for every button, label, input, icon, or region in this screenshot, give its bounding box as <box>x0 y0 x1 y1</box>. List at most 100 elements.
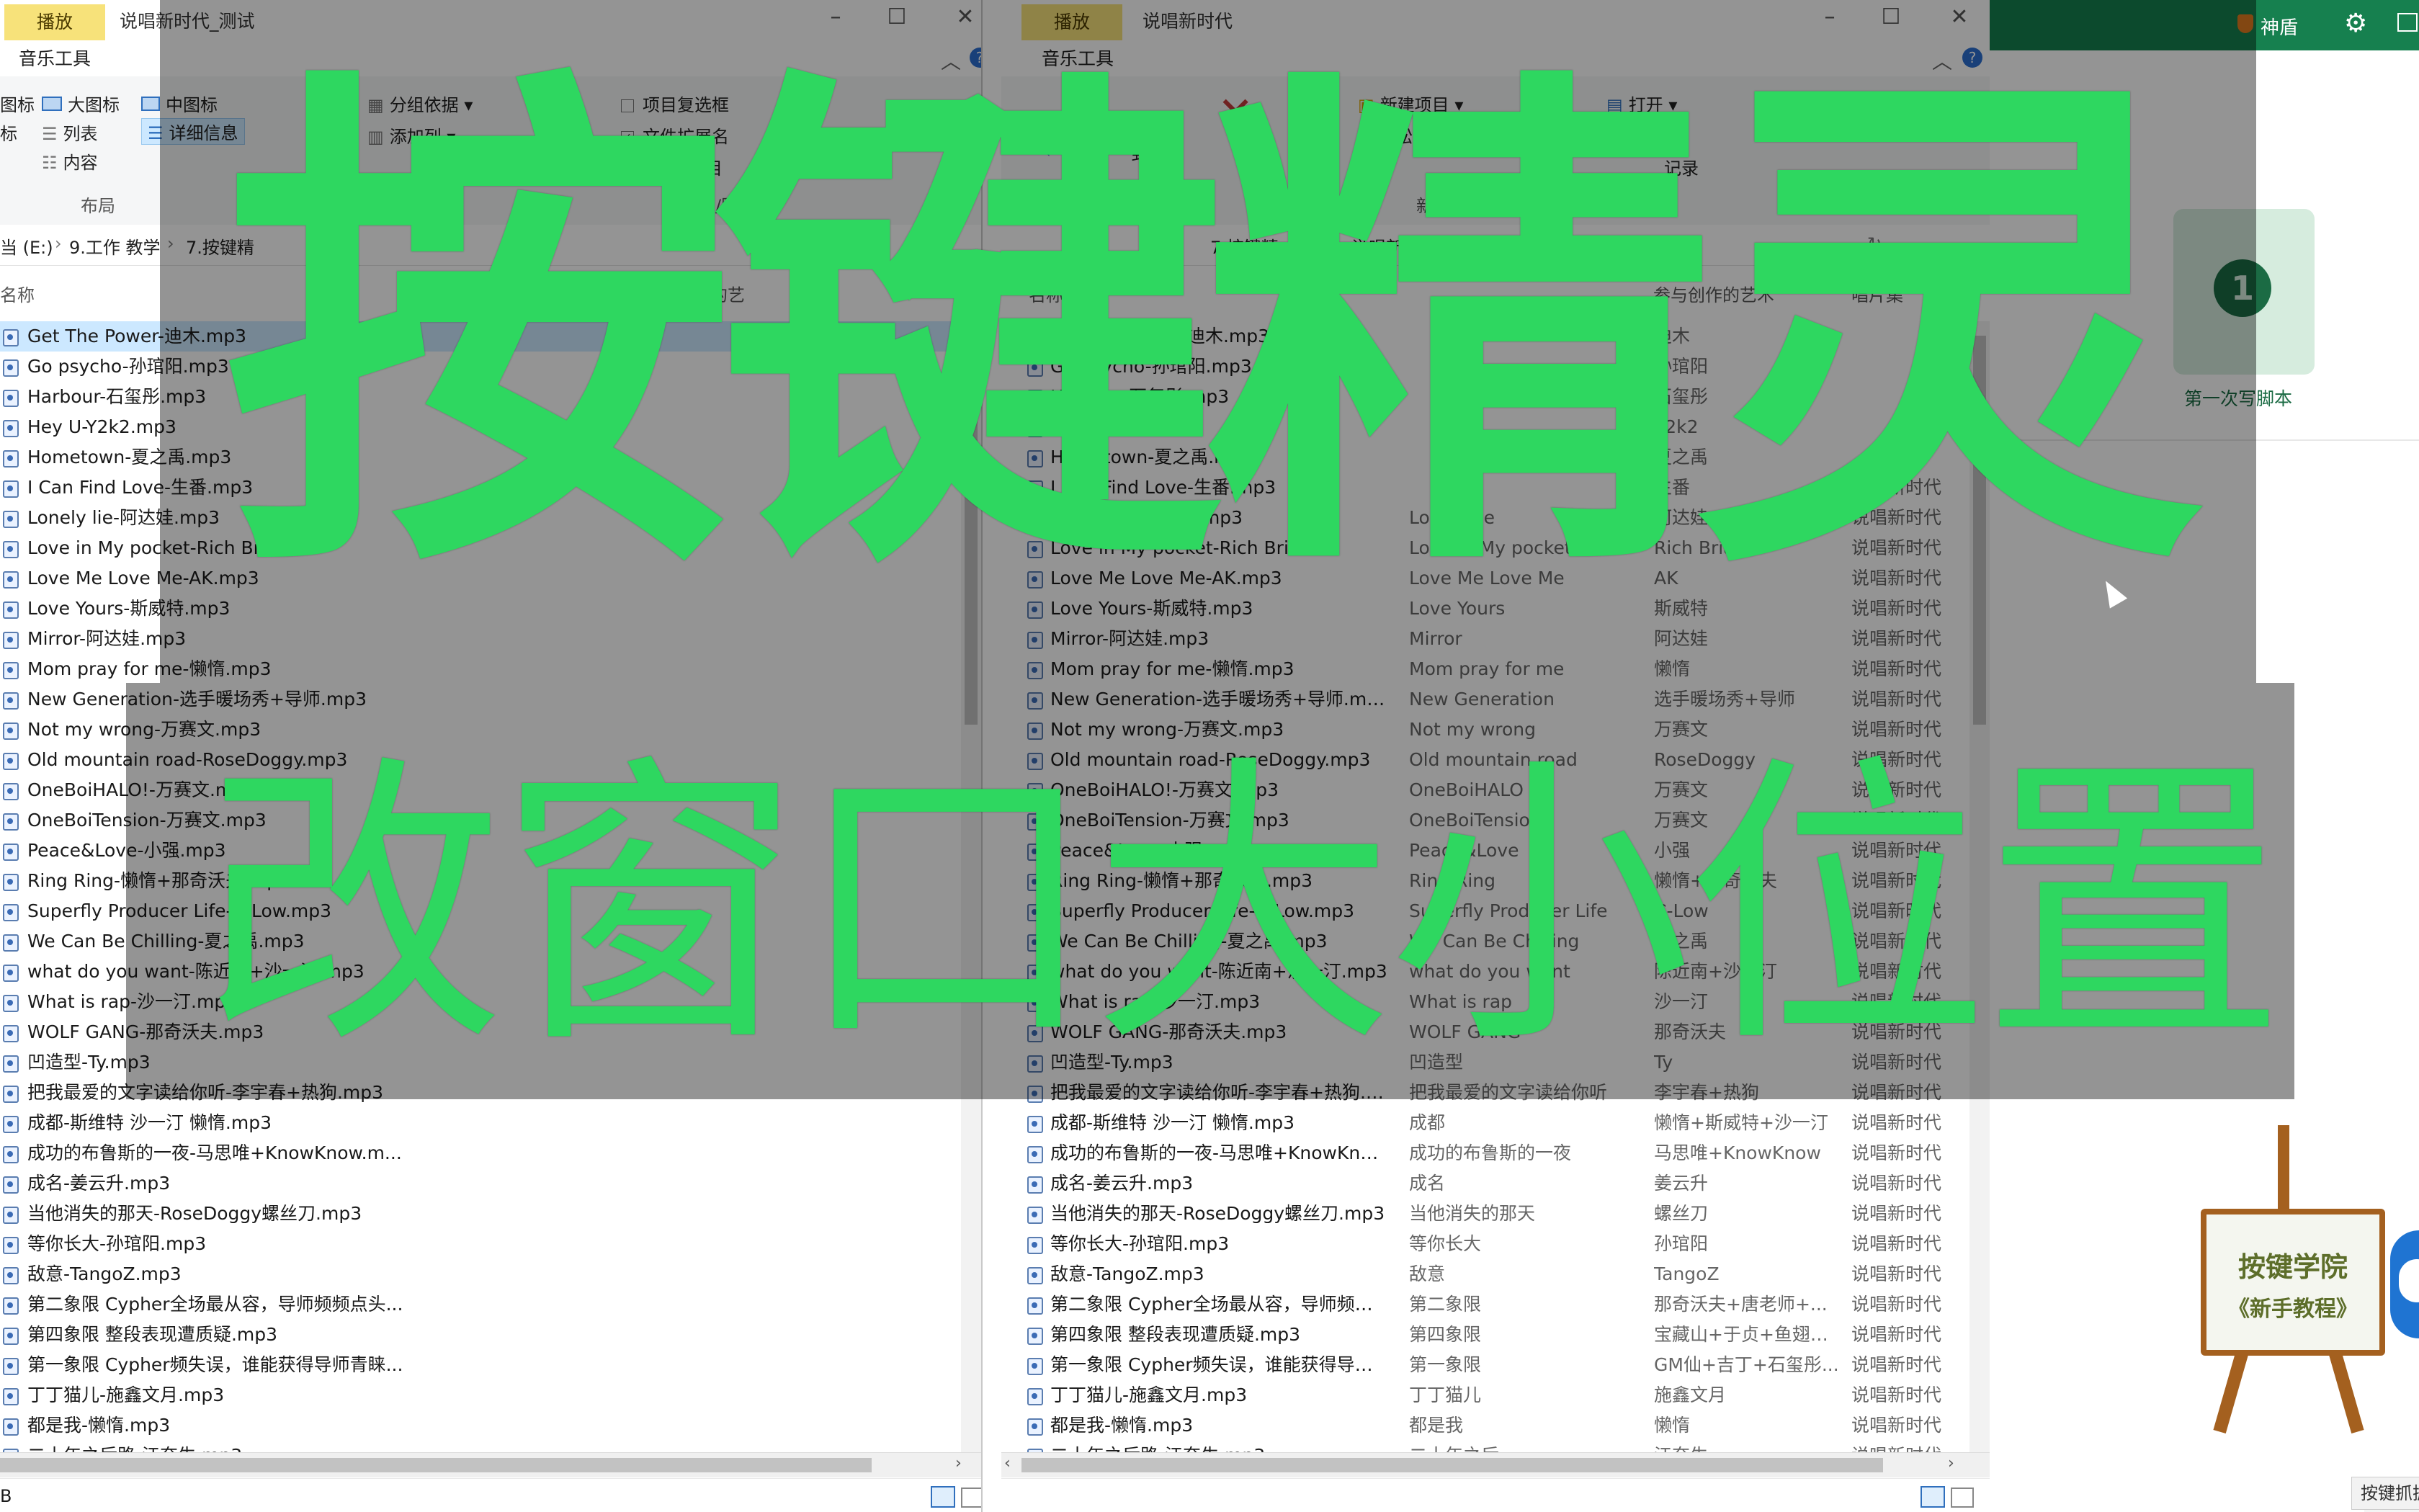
file-row[interactable]: 敌意-TangoZ.mp3 敌意 TangoZ 说唱新时代 <box>1001 1259 1990 1289</box>
audio-file-icon <box>3 753 19 770</box>
academy-easel[interactable]: 按键学院 《新手教程》 <box>2201 1209 2385 1356</box>
tab-play[interactable]: 播放 <box>4 4 105 40</box>
file-row[interactable]: 都是我-懒惰.mp3 <box>0 1410 981 1441</box>
audio-file-icon <box>1027 1207 1043 1224</box>
cell-artist: 施鑫文月 <box>1654 1384 1727 1405</box>
breadcrumb-drive[interactable]: 当 (E:) <box>0 233 53 259</box>
cell-name: 丁丁猫儿-施鑫文月.mp3 <box>1050 1384 1248 1405</box>
file-row[interactable]: 成都-斯维特 沙一汀 懒惰.mp3 <box>0 1108 981 1138</box>
gear-icon[interactable]: ⚙ <box>2344 9 2367 38</box>
file-row[interactable]: 第二象限 Cypher全场最从容，导师频频点头... <box>0 1289 981 1320</box>
audio-file-icon <box>1027 1358 1043 1375</box>
audio-file-icon <box>3 844 19 861</box>
file-row[interactable]: 等你长大-孙琯阳.mp3 等你长大 孙琯阳 说唱新时代 <box>1001 1229 1990 1259</box>
file-row[interactable]: 当他消失的那天-RoseDoggy螺丝刀.mp3 <box>0 1199 981 1229</box>
audio-file-icon <box>3 390 19 407</box>
file-row[interactable]: 丁丁猫儿-施鑫文月.mp3 <box>0 1380 981 1410</box>
audio-file-icon <box>3 1116 19 1133</box>
audio-file-icon <box>1027 1146 1043 1163</box>
view-large-icons[interactable]: 大图标 <box>42 91 120 116</box>
audio-file-icon <box>3 329 19 346</box>
cell-artist: 宝藏山+于贞+鱼翅+... <box>1654 1324 1841 1345</box>
view-tiles[interactable]: 标 <box>0 120 17 145</box>
audio-file-icon <box>3 1358 19 1375</box>
view-content[interactable]: ☷ 内容 <box>42 148 98 174</box>
cell-title: 成名 <box>1409 1173 1446 1194</box>
details-view-icon[interactable] <box>1921 1486 1945 1508</box>
audio-file-icon <box>3 601 19 619</box>
audio-file-icon <box>3 420 19 437</box>
list-icon: ☰ <box>42 124 58 144</box>
audio-file-icon <box>3 1025 19 1042</box>
file-row[interactable]: 第四象限 整段表现遭质疑.mp3 第四象限 宝藏山+于贞+鱼翅+... 说唱新时代 <box>1001 1320 1990 1350</box>
file-row[interactable]: 当他消失的那天-RoseDoggy螺丝刀.mp3 当他消失的那天 螺丝刀 说唱新时代 <box>1001 1199 1990 1229</box>
cell-artist: 姜云升 <box>1654 1173 1709 1194</box>
cell-artist: 那奇沃夫+唐老师+... <box>1654 1294 1828 1315</box>
file-row[interactable]: 成名-姜云升.mp3 <box>0 1168 981 1199</box>
cell-artist: TangoZ <box>1654 1263 1720 1284</box>
file-row[interactable]: 成都-斯维特 沙一汀 懒惰.mp3 成都 懒惰+斯威特+沙一汀 说唱新时代 <box>1001 1108 1990 1138</box>
file-row[interactable]: 等你长大-孙琯阳.mp3 <box>0 1229 981 1259</box>
breadcrumb-folder[interactable]: 9.工作 教学 <box>69 233 161 259</box>
scrollbar-thumb[interactable] <box>1021 1458 1883 1472</box>
window-icon[interactable] <box>2397 13 2418 32</box>
audio-file-icon <box>3 874 19 891</box>
audio-file-icon <box>3 1418 19 1436</box>
audio-file-icon <box>3 904 19 921</box>
audio-file-icon <box>3 511 19 528</box>
scrollbar-thumb[interactable] <box>0 1458 872 1472</box>
audio-file-icon <box>3 450 19 468</box>
academy-subtitle: 《新手教程》 <box>2228 1297 2358 1322</box>
file-name: 丁丁猫儿-施鑫文月.mp3 <box>27 1384 225 1405</box>
brand-label[interactable]: 神盾 <box>2261 13 2298 40</box>
tab-music-tools[interactable]: 音乐工具 <box>19 42 91 76</box>
audio-file-icon <box>1027 1297 1043 1315</box>
file-row[interactable]: 第一象限 Cypher频失误，谁能获得导师青... 第一象限 GM仙+吉丁+石玺彤.… <box>1001 1350 1990 1380</box>
audio-file-icon <box>1027 1388 1043 1405</box>
chevron-right-icon[interactable]: › <box>955 1454 962 1472</box>
cell-album: 说唱新时代 <box>1851 1384 1942 1405</box>
horizontal-scrollbar[interactable]: › <box>0 1452 981 1477</box>
cell-title: 第二象限 <box>1409 1294 1482 1315</box>
file-row[interactable]: 都是我-懒惰.mp3 都是我 懒惰 说唱新时代 <box>1001 1410 1990 1441</box>
audio-file-icon <box>1027 1237 1043 1254</box>
audio-file-icon <box>3 1388 19 1405</box>
chevron-right-icon[interactable]: › <box>1948 1454 1954 1472</box>
cell-name: 第一象限 Cypher频失误，谁能获得导师青... <box>1050 1354 1389 1375</box>
audio-file-icon <box>3 1176 19 1194</box>
file-row[interactable]: 成功的布鲁斯的一夜-马思唯+KnowKnow.m... <box>0 1138 981 1168</box>
file-row[interactable]: 第四象限 整段表现遭质疑.mp3 <box>0 1320 981 1350</box>
file-row[interactable]: 敌意-TangoZ.mp3 <box>0 1259 981 1289</box>
view-list[interactable]: ☰ 列表 <box>42 120 98 145</box>
large-icons-view-icon[interactable] <box>1951 1488 1974 1508</box>
large-icons-view-icon[interactable] <box>961 1488 981 1508</box>
file-row[interactable]: 成功的布鲁斯的一夜-马思唯+KnowKnow.... 成功的布鲁斯的一夜 马思唯+K… <box>1001 1138 1990 1168</box>
audio-file-icon <box>1027 1418 1043 1436</box>
cell-name: 当他消失的那天-RoseDoggy螺丝刀.mp3 <box>1050 1203 1385 1224</box>
file-row[interactable]: 丁丁猫儿-施鑫文月.mp3 丁丁猫儿 施鑫文月 说唱新时代 <box>1001 1380 1990 1410</box>
cell-album: 说唱新时代 <box>1851 1354 1942 1375</box>
file-row[interactable]: 第一象限 Cypher频失误，谁能获得导师青睐... <box>0 1350 981 1380</box>
file-name: 敌意-TangoZ.mp3 <box>27 1263 182 1284</box>
file-name: 第一象限 Cypher频失误，谁能获得导师青睐... <box>27 1354 403 1375</box>
mascot-face <box>2399 1259 2419 1302</box>
file-row[interactable]: 第二象限 Cypher全场最从容，导师频频点... 第二象限 那奇沃夫+唐老师+..… <box>1001 1289 1990 1320</box>
audio-file-icon <box>3 1086 19 1103</box>
audio-file-icon <box>1027 1116 1043 1133</box>
audio-file-icon <box>3 1237 19 1254</box>
chevron-left-icon[interactable]: ‹ <box>1004 1454 1011 1472</box>
capture-button[interactable]: 按键抓抓 <box>2351 1477 2419 1510</box>
file-row[interactable]: 成名-姜云升.mp3 成名 姜云升 说唱新时代 <box>1001 1168 1990 1199</box>
details-view-icon[interactable] <box>931 1486 955 1508</box>
cell-artist: 孙琯阳 <box>1654 1233 1709 1254</box>
audio-file-icon <box>1027 1267 1043 1284</box>
horizontal-scrollbar[interactable]: ‹ › <box>1001 1452 1990 1477</box>
cell-title: 成都 <box>1409 1112 1446 1133</box>
audio-file-icon <box>3 480 19 498</box>
cell-album: 说唱新时代 <box>1851 1324 1942 1345</box>
cell-name: 第二象限 Cypher全场最从容，导师频频点... <box>1050 1294 1389 1315</box>
cell-name: 成功的布鲁斯的一夜-马思唯+KnowKnow.... <box>1050 1142 1389 1163</box>
column-name[interactable]: 名称 <box>0 281 35 306</box>
view-small-icons[interactable]: 图标 <box>0 91 35 116</box>
status-text: B <box>0 1486 12 1506</box>
